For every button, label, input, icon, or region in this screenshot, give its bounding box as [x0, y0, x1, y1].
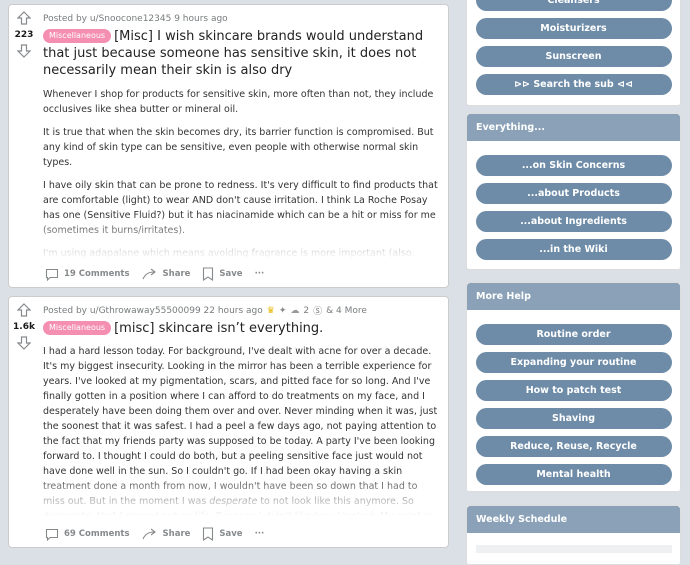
- paragraph: I'm using adapalane which means avoiding…: [43, 248, 415, 259]
- post-body: Whenever I shop for products for sensiti…: [43, 87, 440, 259]
- save-button[interactable]: Save: [202, 267, 243, 281]
- more-awards-link[interactable]: & 4 More: [326, 306, 367, 316]
- vote-score: 223: [14, 30, 34, 40]
- body-text: I had a hard lesson today. For backgroun…: [43, 346, 438, 507]
- sidebar-link-cleansers[interactable]: Cleansers: [475, 0, 672, 11]
- sidebar-link-products[interactable]: ...about Products: [475, 183, 672, 204]
- upvote-icon[interactable]: [17, 11, 31, 25]
- share-icon: [142, 268, 156, 280]
- save-label: Save: [219, 529, 243, 539]
- gold-award-icon[interactable]: ♛: [267, 306, 275, 316]
- flair-badge[interactable]: Miscellaneous: [43, 321, 112, 335]
- silver-award-icon[interactable]: Ⓢ: [313, 304, 322, 317]
- post-meta: Posted by u/Snoocone12345 9 hours ago: [43, 13, 228, 24]
- more-options-button[interactable]: ···: [255, 269, 265, 279]
- award-count: 2: [303, 305, 310, 316]
- share-button[interactable]: Share: [142, 528, 191, 540]
- vote-column: 223: [9, 5, 39, 58]
- vote-column: 1.6k: [9, 297, 39, 350]
- paragraph: Whenever I shop for products for sensiti…: [43, 89, 434, 115]
- search-the-sub-button[interactable]: ⊳⊳ Search the sub ⊲⊲: [475, 74, 672, 95]
- share-label: Share: [162, 269, 191, 279]
- sidebar-link-shaving[interactable]: Shaving: [475, 408, 672, 429]
- widget-title: Everything...: [467, 114, 680, 141]
- paragraph: It is true that when the skin becomes dr…: [43, 127, 434, 168]
- sidebar-link-skin-concerns[interactable]: ...on Skin Concerns: [475, 155, 672, 176]
- share-button[interactable]: Share: [142, 268, 191, 280]
- post-meta: Posted by u/Gthrowaway55500099 22 hours …: [43, 304, 440, 318]
- save-button[interactable]: Save: [202, 527, 243, 541]
- sidebar-widget-products: Cleansers Moisturizers Sunscreen ⊳⊳ Sear…: [466, 0, 681, 106]
- share-label: Share: [162, 529, 191, 539]
- share-icon: [142, 528, 156, 540]
- sidebar-link-patch-test[interactable]: How to patch test: [475, 380, 672, 401]
- sidebar-link-wiki[interactable]: ...in the Wiki: [475, 239, 672, 260]
- flair-badge[interactable]: Miscellaneous: [43, 29, 112, 43]
- sidebar-link-reduce-reuse-recycle[interactable]: Reduce, Reuse, Recycle: [475, 436, 672, 457]
- more-options-button[interactable]: ···: [255, 529, 265, 539]
- downvote-icon[interactable]: [17, 44, 31, 58]
- widget-title: More Help: [467, 283, 680, 310]
- comments-label: 19 Comments: [64, 269, 130, 279]
- save-label: Save: [219, 269, 243, 279]
- post-card[interactable]: 1.6k Posted by u/Gthrowaway55500099 22 h…: [8, 296, 449, 548]
- comment-icon: [45, 268, 59, 281]
- award-icon[interactable]: ✦: [279, 306, 287, 316]
- downvote-icon[interactable]: [17, 336, 31, 350]
- bookmark-icon: [203, 527, 214, 541]
- more-options-icon: ···: [254, 269, 265, 279]
- post-card[interactable]: 223 Posted by u/Snoocone12345 9 hours ag…: [8, 4, 449, 288]
- more-options-icon: ···: [254, 529, 265, 539]
- comment-icon: [45, 528, 59, 541]
- post-title[interactable]: Miscellaneous [Misc] I wish skincare bran…: [43, 28, 440, 79]
- sidebar-widget-everything: Everything... ...on Skin Concerns ...abo…: [466, 113, 681, 270]
- widget-title: Weekly Schedule: [467, 506, 680, 533]
- comments-label: 69 Comments: [64, 529, 130, 539]
- sidebar-link-routine-order[interactable]: Routine order: [475, 324, 672, 345]
- post-meta-text: Posted by u/Gthrowaway55500099 22 hours …: [43, 305, 263, 316]
- sidebar-widget-more-help: More Help Routine order Expanding your r…: [466, 282, 681, 492]
- post-title-text[interactable]: [misc] skincare isn’t everything.: [114, 321, 323, 336]
- sidebar-link-sunscreen[interactable]: Sunscreen: [475, 46, 672, 67]
- sidebar-widget-weekly-schedule: Weekly Schedule: [466, 505, 681, 565]
- post-body: I had a hard lesson today. For backgroun…: [43, 344, 440, 516]
- upvote-icon[interactable]: [17, 303, 31, 317]
- comments-button[interactable]: 19 Comments: [45, 268, 130, 281]
- post-title[interactable]: Miscellaneous [misc] skincare isn’t every…: [43, 320, 440, 337]
- sidebar-link-mental-health[interactable]: Mental health: [475, 464, 672, 485]
- post-actions: 19 Comments Share Save ···: [45, 267, 264, 281]
- comments-button[interactable]: 69 Comments: [45, 528, 130, 541]
- sidebar-link-expanding-routine[interactable]: Expanding your routine: [475, 352, 672, 373]
- emphasis-text: desperate: [209, 496, 258, 507]
- sidebar-link-moisturizers[interactable]: Moisturizers: [475, 18, 672, 39]
- vote-score: 1.6k: [13, 322, 35, 332]
- paragraph: I had a hard lesson today. For backgroun…: [43, 344, 440, 516]
- sidebar-link-ingredients[interactable]: ...about Ingredients: [475, 211, 672, 232]
- bookmark-icon: [203, 267, 214, 281]
- paragraph: I have oily skin that can be prone to re…: [43, 180, 438, 236]
- award-icon[interactable]: ☁: [290, 306, 299, 316]
- post-actions: 69 Comments Share Save ···: [45, 527, 264, 541]
